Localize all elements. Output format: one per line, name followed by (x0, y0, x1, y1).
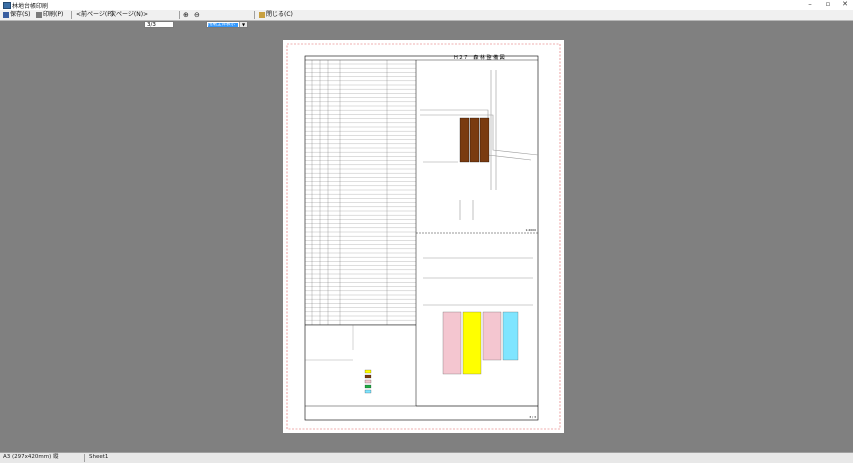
legend (364, 369, 372, 394)
toolbar-separator (254, 11, 255, 19)
status-separator (84, 454, 85, 462)
zoom-out-icon[interactable]: ⊖ (194, 11, 200, 19)
minimize-button[interactable]: – (800, 0, 820, 9)
print-preview-page: Ｈ２７ 森 林 整 備 図 3 / 3 1:2000 (283, 40, 564, 433)
save-label: 保存(S) (10, 11, 31, 18)
close-label: 閉じる(C) (266, 11, 293, 18)
scale-label: 1:2000 (525, 228, 536, 232)
zoom-select[interactable]: 用紙全体表示 ▼ (206, 21, 248, 28)
status-bar: A3 (297x420mm) 縦 Sheet1 (0, 452, 853, 463)
printer-icon (36, 11, 42, 18)
sheet-drawing: Ｈ２７ 森 林 整 備 図 3 / 3 1:2000 (286, 43, 561, 430)
toolbar-separator (71, 11, 72, 19)
page-number-field[interactable]: 3/3 (144, 21, 174, 28)
toolbar: 保存(S) 印刷(P) <前ページ(P) 次ページ(N)> 3/3 ⊕ ⊖ 用紙… (0, 10, 853, 28)
paper-size-status: A3 (297x420mm) 縦 (3, 454, 59, 460)
chevron-down-icon[interactable]: ▼ (239, 22, 247, 27)
save-button[interactable]: 保存(S) (3, 11, 31, 19)
app-icon (3, 2, 11, 9)
close-icon (259, 11, 265, 18)
next-page-button[interactable]: 次ページ(N)> (110, 11, 148, 19)
toolbar-separator (179, 11, 180, 19)
close-button[interactable]: 閉じる(C) (259, 11, 293, 19)
prev-page-label: <前ページ(P) (76, 11, 114, 18)
prev-page-button[interactable]: <前ページ(P) (76, 11, 113, 19)
sheet-title: Ｈ２７ 森 林 整 備 図 (453, 54, 504, 61)
page-number: 3 / 3 (529, 415, 536, 419)
sheet-status: Sheet1 (89, 454, 109, 460)
save-icon (3, 11, 9, 18)
print-label: 印刷(P) (43, 11, 64, 18)
map-top (416, 70, 539, 234)
map-bottom (416, 257, 538, 407)
record-table (311, 60, 388, 325)
zoom-value: 用紙全体表示 (208, 23, 238, 27)
close-window-button[interactable]: ✕ (835, 0, 853, 9)
next-page-label: 次ページ(N)> (110, 11, 149, 18)
window-title: 林地台帳印刷 (12, 3, 49, 10)
print-button[interactable]: 印刷(P) (36, 11, 63, 19)
zoom-in-icon[interactable]: ⊕ (183, 11, 189, 19)
